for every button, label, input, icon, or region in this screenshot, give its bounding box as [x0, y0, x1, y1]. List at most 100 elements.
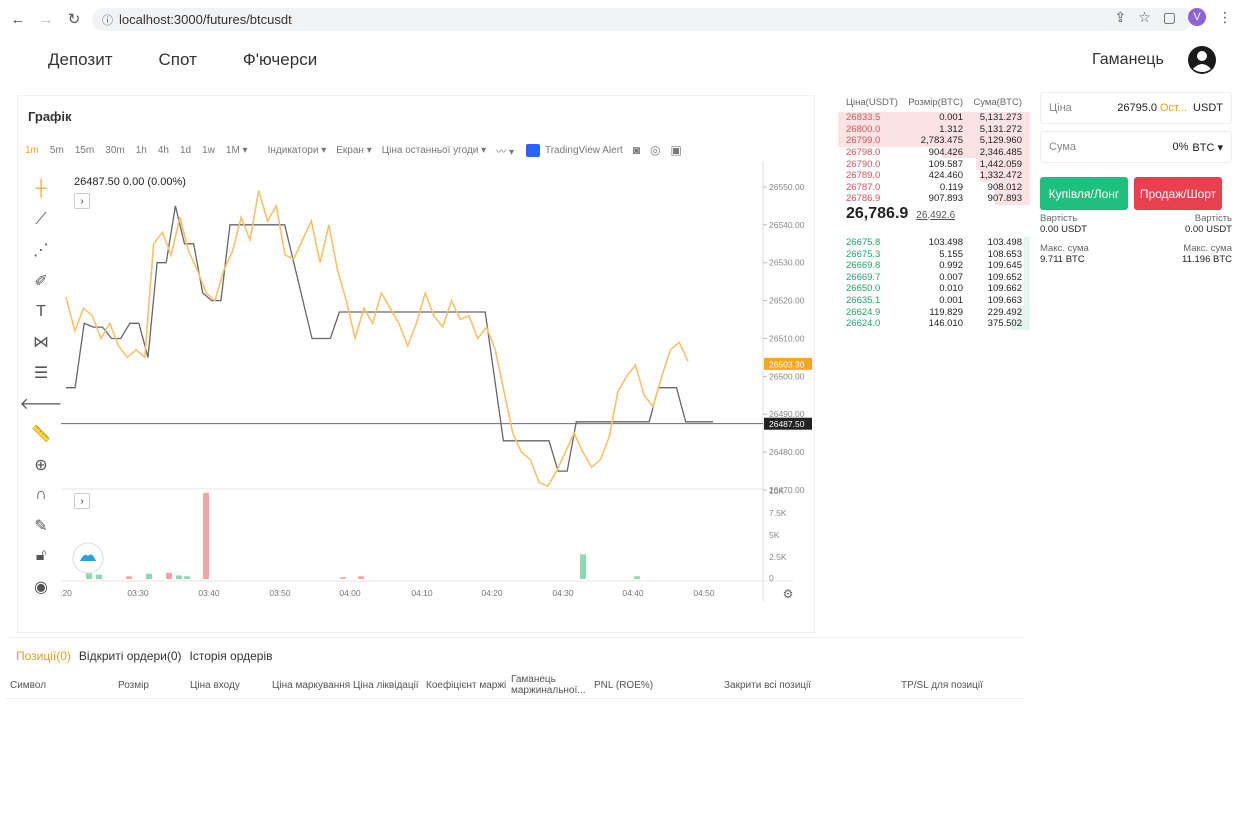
volume-bar [146, 573, 152, 579]
timeframe-4h[interactable]: 4h [158, 145, 169, 156]
back-icon[interactable]: ← [8, 9, 28, 29]
ruler-icon[interactable]: 📏 [24, 419, 58, 450]
trend-line-icon[interactable]: ⟋ [24, 205, 58, 236]
mark-price[interactable]: 26,492.6 [916, 210, 955, 221]
timeframe-1w[interactable]: 1w [202, 145, 215, 156]
order-book-header: Ціна(USDT) Розмір(BTC) Сума(BTC) [838, 92, 1030, 112]
buy-long-button[interactable]: Купівля/Лонг [1040, 177, 1128, 210]
url-text: localhost:3000/futures/btcusdt [119, 12, 292, 27]
tradingview-alert-button[interactable]: TradingView Alert [525, 143, 623, 157]
amount-field[interactable]: Сума 0% BTC ▾ [1040, 131, 1232, 163]
ask-row[interactable]: 26800.0 1.312 5,131.272 [838, 123, 1030, 136]
bid-row[interactable]: 26675.3 5.155 108.653 [838, 248, 1030, 260]
tab-positions[interactable]: Позиції(0) [16, 649, 71, 663]
ask-row[interactable]: 26789.0 424.460 1,332.472 [838, 169, 1030, 182]
lock-drawing-icon[interactable]: ✎ [24, 511, 58, 542]
unlock-icon[interactable]: 🔓︎ [24, 541, 58, 572]
max-value-sell: 11.196 BTC [1182, 254, 1232, 265]
ask-row[interactable]: 26787.0 0.119 908.012 [838, 181, 1030, 194]
amount-unit-select[interactable]: BTC ▾ [1192, 141, 1223, 154]
ask-row[interactable]: 26786.9 907.893 907.893 [838, 193, 1030, 205]
ob-price: 26650.0 [846, 283, 881, 295]
ask-row[interactable]: 26790.0 109.587 1,442.059 [838, 158, 1030, 170]
wallet-link[interactable]: Гаманець [1092, 51, 1164, 69]
legend-expand-button[interactable]: › [74, 193, 90, 209]
back-arrow-icon[interactable]: 🡐 [20, 388, 63, 419]
camera-icon[interactable]: ◙ [633, 143, 640, 157]
magnet-icon[interactable]: ∩ [24, 480, 58, 511]
user-account-icon[interactable] [1187, 45, 1217, 75]
time-tick-label: 03:30 [127, 588, 149, 598]
sidebar-toggle-icon[interactable]: ▢ [1163, 9, 1176, 26]
last-price: 26,786.9 [846, 204, 909, 222]
zoom-in-icon[interactable]: ⊕ [24, 449, 58, 480]
ask-row[interactable]: 26833.5 0.001 5,131.273 [838, 112, 1030, 124]
timeframe-1h[interactable]: 1h [136, 145, 147, 156]
brush-icon[interactable]: ✐ [24, 266, 58, 297]
fullscreen-icon[interactable]: ▣ [671, 143, 682, 157]
browser-menu-icon[interactable]: ⋮ [1218, 9, 1232, 26]
bid-row[interactable]: 26675.8 103.498 103.498 [838, 236, 1030, 249]
info-icon[interactable]: ⓘ [102, 12, 113, 28]
price-field[interactable]: Ціна 26795.0 Ост... USDT [1040, 92, 1232, 124]
ob-price: 26624.9 [846, 306, 881, 318]
max-value-buy: 9.711 BTC [1040, 254, 1085, 265]
ob-size: 0.001 [939, 112, 963, 124]
ob-sum: 1,442.059 [979, 158, 1022, 170]
address-bar[interactable]: ⓘ localhost:3000/futures/btcusdt [92, 8, 1192, 31]
volume-expand-button[interactable]: › [74, 493, 90, 509]
bid-row[interactable]: 26635.1 0.001 109.663 [838, 294, 1030, 307]
forward-icon[interactable]: → [36, 9, 56, 29]
ob-price: 26624.0 [846, 318, 881, 330]
bid-row[interactable]: 26624.9 119.829 229.492 [838, 306, 1030, 318]
tab-open-orders[interactable]: Відкриті ордери(0) [79, 649, 182, 663]
positions-panel: Позиції(0) Відкриті ордери(0) Історія ор… [6, 637, 1024, 812]
cost-value-buy: 0.00 USDT [1040, 224, 1087, 235]
close-all-positions[interactable]: Закрити всі позиції [724, 680, 811, 691]
timeframe-30m[interactable]: 30m [105, 145, 124, 156]
bid-row[interactable]: 26669.7 0.007 109.652 [838, 271, 1030, 284]
settings-icon[interactable]: ◎ [650, 143, 660, 157]
timeframe-1d[interactable]: 1d [180, 145, 191, 156]
sell-short-button[interactable]: Продаж/Шорт [1134, 177, 1222, 210]
last-price-menu[interactable]: Ціна останньої угоди ▾ [382, 145, 486, 156]
indicators-menu[interactable]: Індикатори ▾ [268, 145, 327, 156]
ob-size: 907.893 [928, 193, 963, 205]
forecast-icon[interactable]: ☰ [24, 358, 58, 389]
pattern-icon[interactable]: ⋈ [24, 327, 58, 358]
nav-futures[interactable]: Ф'ючерси [243, 50, 317, 70]
bookmark-star-icon[interactable]: ☆ [1138, 9, 1151, 26]
price-type[interactable]: Ост... [1160, 102, 1187, 114]
time-tick-label: :20 [60, 588, 72, 598]
tab-order-history[interactable]: Історія ордерів [190, 649, 273, 663]
eye-icon[interactable]: ◉ [24, 572, 58, 603]
reload-icon[interactable]: ↻ [64, 9, 84, 29]
fib-tool-icon[interactable]: ⋰ [24, 235, 58, 266]
price-value: 26795.0 [1117, 102, 1157, 114]
logo-badge-icon[interactable] [72, 542, 104, 574]
depth-bar [1024, 259, 1030, 272]
timeframe-1m[interactable]: 1m [25, 145, 39, 156]
crosshair-icon[interactable]: ┼ [24, 174, 58, 205]
browser-profile-avatar[interactable]: V [1188, 8, 1206, 26]
screen-menu[interactable]: Екран ▾ [336, 145, 372, 156]
price-unit: USDT [1193, 102, 1223, 114]
trade-panel: Ціна 26795.0 Ост... USDT Сума 0% BTC ▾ К… [1040, 92, 1232, 265]
timeframe-5m[interactable]: 5m [50, 145, 64, 156]
bid-row[interactable]: 26650.0 0.010 109.662 [838, 283, 1030, 295]
bid-row[interactable]: 26669.8 0.992 109.645 [838, 259, 1030, 272]
ob-size: 109.587 [928, 158, 963, 170]
share-icon[interactable]: ⇪ [1114, 9, 1126, 26]
ask-row[interactable]: 26799.0 2,783.475 5,129.960 [838, 135, 1030, 147]
ob-size: 0.992 [939, 260, 963, 272]
timeframe-15m[interactable]: 15m [75, 145, 94, 156]
ask-row[interactable]: 26798.0 904.426 2,346.485 [838, 146, 1030, 159]
nav-deposit[interactable]: Депозит [48, 50, 113, 70]
timeframe-1M[interactable]: 1M ▾ [226, 145, 248, 156]
text-tool-icon[interactable]: T [24, 296, 58, 327]
nav-spot[interactable]: Спот [159, 50, 197, 70]
bid-row[interactable]: 26624.0 146.010 375.502 [838, 317, 1030, 330]
volume-tick-label: 7.5K [769, 508, 787, 518]
ob-size: 5.155 [939, 248, 963, 260]
line-style-menu[interactable]: 〰 ▾ [496, 143, 514, 158]
